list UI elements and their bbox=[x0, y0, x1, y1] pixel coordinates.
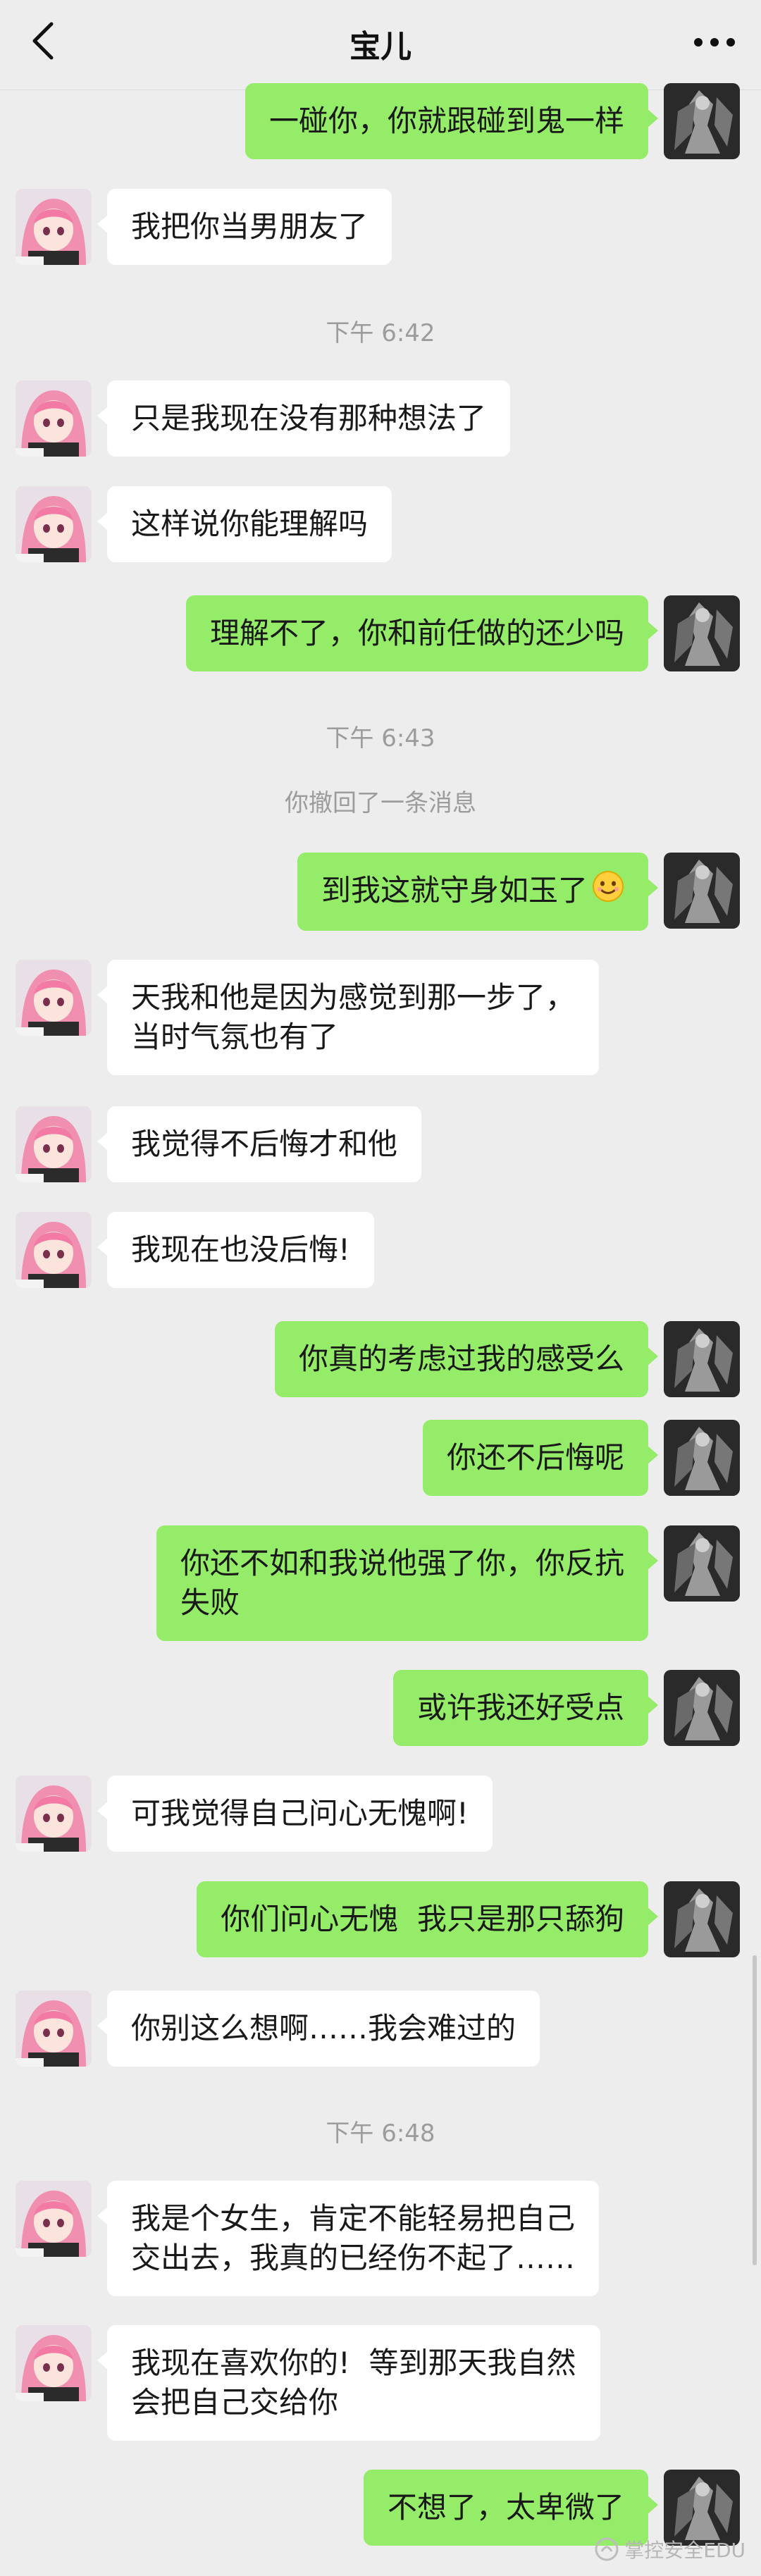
avatar-contact[interactable] bbox=[16, 380, 92, 457]
avatar-contact[interactable] bbox=[16, 189, 92, 265]
watermark-text: 掌控安全EDU bbox=[624, 2539, 745, 2562]
avatar-contact[interactable] bbox=[16, 2181, 92, 2257]
avatar-me[interactable] bbox=[664, 853, 740, 929]
timestamp: 下午 6:43 bbox=[326, 724, 435, 753]
message-bubble-me[interactable]: 一碰你，你就跟碰到鬼一样 bbox=[245, 83, 659, 159]
message-bubble-contact[interactable]: 我觉得不后悔才和他 bbox=[97, 1106, 422, 1182]
more-button[interactable] bbox=[689, 21, 740, 63]
avatar-me[interactable] bbox=[664, 2470, 740, 2546]
message-bubble-me[interactable]: 你还不后悔呢 bbox=[422, 1420, 659, 1496]
scrollbar[interactable] bbox=[753, 1955, 757, 2265]
avatar-contact[interactable] bbox=[16, 486, 92, 562]
avatar-contact[interactable] bbox=[16, 1990, 92, 2067]
message-bubble-me[interactable]: 你还不如和我说他强了你，你反抗 失败 bbox=[156, 1525, 659, 1641]
timestamp: 下午 6:42 bbox=[326, 319, 435, 347]
message-bubble-contact[interactable]: 只是我现在没有那种想法了 bbox=[97, 380, 511, 457]
message-bubble-contact[interactable]: 这样说你能理解吗 bbox=[97, 486, 392, 562]
avatar-contact[interactable] bbox=[16, 1212, 92, 1288]
avatar-contact[interactable] bbox=[16, 1106, 92, 1182]
avatar-me[interactable] bbox=[664, 1881, 740, 1957]
message-bubble-contact[interactable]: 天我和他是因为感觉到那一步了， 当时气氛也有了 bbox=[97, 960, 600, 1075]
wechat-official-icon bbox=[595, 2537, 619, 2561]
watermark: 掌控安全EDU bbox=[595, 2535, 745, 2563]
chat-header: 宝儿 bbox=[0, 0, 761, 90]
message-bubble-me[interactable]: 你真的考虑过我的感受么 bbox=[274, 1321, 659, 1397]
message-bubble-contact[interactable]: 可我觉得自己问心无愧啊! bbox=[97, 1776, 493, 1852]
avatar-contact[interactable] bbox=[16, 2325, 92, 2401]
avatar-me[interactable] bbox=[664, 1670, 740, 1746]
recall-notice: 你撤回了一条消息 bbox=[285, 789, 476, 817]
message-bubble-contact[interactable]: 我现在也没后悔! bbox=[97, 1212, 374, 1288]
avatar-me[interactable] bbox=[664, 595, 740, 671]
message-text: 到我这就守身如玉了 bbox=[321, 873, 588, 908]
message-bubble-contact[interactable]: 你别这么想啊……我会难过的 bbox=[97, 1990, 540, 2067]
message-bubble-me[interactable]: 到我这就守身如玉了 bbox=[297, 853, 659, 931]
message-bubble-contact[interactable]: 我是个女生，肯定不能轻易把自己 交出去，我真的已经伤不起了…… bbox=[97, 2181, 600, 2296]
chat-title: 宝儿 bbox=[349, 29, 412, 65]
smile-emoji-icon bbox=[588, 870, 624, 912]
avatar-me[interactable] bbox=[664, 1525, 740, 1602]
message-bubble-me[interactable]: 理解不了，你和前任做的还少吗 bbox=[185, 595, 659, 671]
message-bubble-me[interactable]: 你们问心无愧 我只是那只舔狗 bbox=[197, 1881, 658, 1957]
timestamp: 下午 6:48 bbox=[326, 2119, 435, 2148]
avatar-contact[interactable] bbox=[16, 960, 92, 1036]
avatar-me[interactable] bbox=[664, 1321, 740, 1397]
avatar-contact[interactable] bbox=[16, 1776, 92, 1852]
avatar-me[interactable] bbox=[664, 1420, 740, 1496]
message-bubble-me[interactable]: 或许我还好受点 bbox=[392, 1670, 659, 1746]
message-bubble-contact[interactable]: 我把你当男朋友了 bbox=[97, 189, 392, 265]
avatar-me[interactable] bbox=[664, 83, 740, 159]
message-bubble-contact[interactable]: 我现在喜欢你的! 等到那天我自然 会把自己交给你 bbox=[97, 2325, 600, 2441]
message-bubble-me[interactable]: 不想了，太卑微了 bbox=[363, 2470, 659, 2546]
more-dots-icon bbox=[694, 38, 735, 47]
